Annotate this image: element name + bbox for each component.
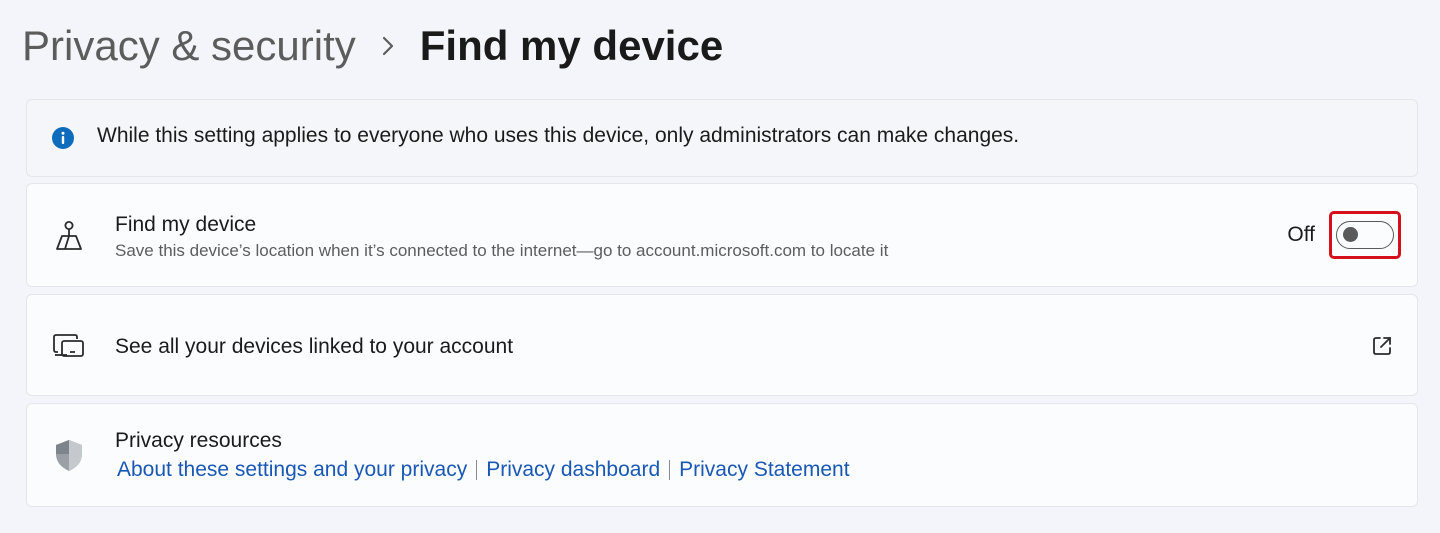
page-title: Find my device bbox=[419, 22, 724, 69]
toggle-knob bbox=[1343, 227, 1358, 242]
info-text: While this setting applies to everyone w… bbox=[97, 124, 1020, 147]
find-my-device-toggle-area: Off bbox=[1287, 209, 1401, 261]
info-icon bbox=[51, 126, 75, 150]
breadcrumb: Privacy & security Find my device bbox=[22, 18, 723, 74]
highlight-annotation bbox=[1329, 211, 1401, 259]
toggle-state-label: Off bbox=[1287, 223, 1315, 246]
breadcrumb-parent[interactable]: Privacy & security bbox=[22, 22, 356, 70]
privacy-resources-title: Privacy resources bbox=[115, 429, 282, 452]
privacy-dashboard-link[interactable]: Privacy dashboard bbox=[486, 458, 660, 482]
linked-devices-link[interactable]: See all your devices linked to your acco… bbox=[26, 294, 1418, 396]
linked-devices-title: See all your devices linked to your acco… bbox=[115, 335, 514, 358]
find-my-device-setting: Find my device Save this device’s locati… bbox=[26, 183, 1418, 287]
shield-icon bbox=[51, 437, 87, 473]
admin-info-banner: While this setting applies to everyone w… bbox=[26, 99, 1418, 177]
open-external-icon[interactable] bbox=[1371, 335, 1393, 357]
privacy-links: About these settings and your privacy Pr… bbox=[117, 458, 850, 482]
privacy-statement-link[interactable]: Privacy Statement bbox=[679, 458, 849, 482]
person-location-icon bbox=[51, 219, 87, 255]
about-settings-privacy-link[interactable]: About these settings and your privacy bbox=[117, 458, 467, 482]
link-divider bbox=[476, 460, 478, 480]
link-divider bbox=[669, 460, 671, 480]
devices-icon bbox=[51, 328, 87, 364]
find-my-device-toggle[interactable] bbox=[1336, 221, 1394, 249]
privacy-resources-card: Privacy resources About these settings a… bbox=[26, 403, 1418, 507]
find-my-device-title: Find my device bbox=[115, 213, 257, 236]
chevron-right-icon bbox=[356, 18, 420, 74]
find-my-device-description: Save this device’s location when it’s co… bbox=[115, 241, 889, 260]
